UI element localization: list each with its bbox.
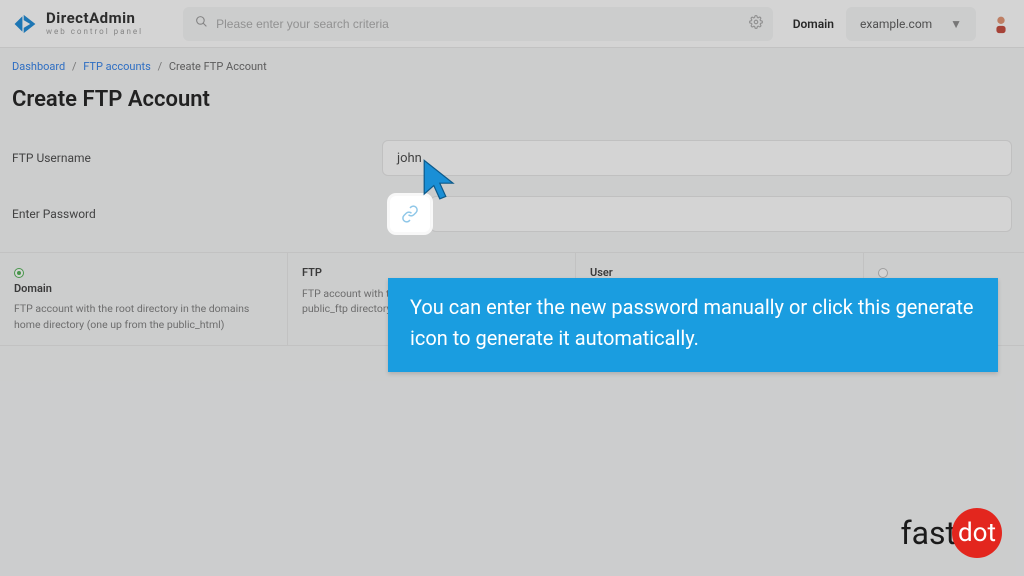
chevron-down-icon: ▼ [950,17,962,31]
tutorial-tooltip: You can enter the new password manually … [388,278,998,372]
radio-icon [14,268,24,278]
avatar[interactable] [990,13,1012,35]
search-icon [195,15,208,32]
directadmin-logo-icon [12,11,38,37]
password-row: Enter Password [0,186,1024,242]
breadcrumb-dashboard[interactable]: Dashboard [12,60,65,73]
search-box[interactable] [183,7,773,41]
password-field[interactable] [430,196,1012,232]
password-label: Enter Password [12,207,382,221]
username-field[interactable]: john [382,140,1012,176]
gear-icon[interactable] [749,15,763,33]
domain-value: example.com [860,17,932,31]
breadcrumb: Dashboard / FTP accounts / Create FTP Ac… [0,48,1024,81]
header: DirectAdmin web control panel Domain exa… [0,0,1024,48]
brand-dot-text: dot [952,508,1002,558]
logo[interactable]: DirectAdmin web control panel [12,11,143,37]
cursor-icon [420,158,462,206]
page-title: Create FTP Account [0,81,1024,130]
username-label: FTP Username [12,151,382,165]
username-row: FTP Username john [0,130,1024,186]
option-domain[interactable]: Domain FTP account with the root directo… [0,253,288,345]
option-desc: FTP account with the root directory in t… [14,302,249,331]
option-title: Domain [14,281,273,298]
radio-icon [878,268,888,278]
logo-title: DirectAdmin [46,11,143,26]
fastdot-logo: fast dot [900,508,1002,558]
generate-icon [401,205,419,223]
brand-fast-text: fast [900,514,956,552]
logo-subtitle: web control panel [46,28,143,36]
search-input[interactable] [216,17,761,31]
domain-select[interactable]: example.com ▼ [846,7,976,41]
breadcrumb-ftp-accounts[interactable]: FTP accounts [83,60,151,73]
domain-label: Domain [793,17,834,31]
breadcrumb-current: Create FTP Account [169,60,267,73]
